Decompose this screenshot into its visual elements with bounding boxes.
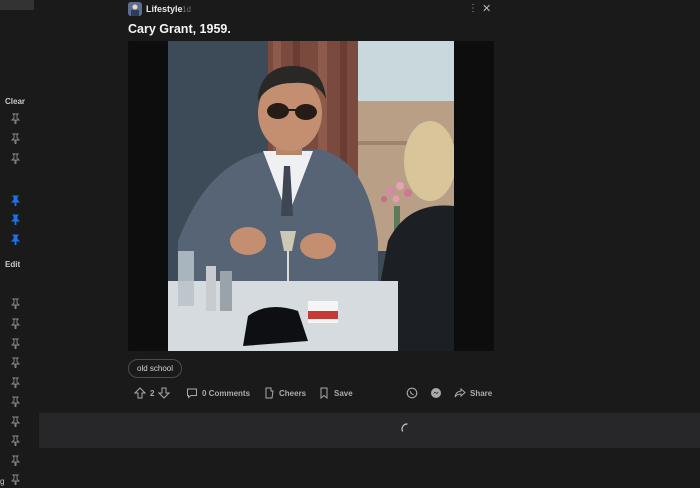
pin-icon[interactable]: [10, 133, 21, 144]
edit-button[interactable]: Edit: [5, 260, 20, 269]
more-options-icon[interactable]: ⋮: [468, 3, 478, 14]
messenger-share-button[interactable]: [430, 385, 442, 401]
comment-icon: [187, 388, 197, 399]
clear-button[interactable]: Clear: [5, 97, 25, 106]
share-icon: [454, 387, 466, 398]
share-label: Share: [470, 388, 493, 398]
top-left-block: [0, 0, 34, 10]
close-icon[interactable]: ✕: [482, 2, 491, 15]
subreddit-name[interactable]: Lifestyle: [146, 4, 183, 14]
save-button[interactable]: Save: [318, 385, 353, 401]
comments-button[interactable]: 0 Comments: [186, 385, 250, 401]
share-button[interactable]: Share: [454, 385, 492, 401]
pin-active-icon[interactable]: [10, 195, 21, 206]
loading-spinner-icon: [401, 423, 408, 432]
pin-active-icon[interactable]: [10, 214, 21, 225]
pin-icon[interactable]: [10, 153, 21, 164]
cheers-button[interactable]: Cheers: [263, 385, 306, 401]
left-sidebar: Clear Edit g: [0, 0, 34, 488]
subreddit-avatar-icon[interactable]: [128, 2, 142, 16]
pin-icon[interactable]: [10, 455, 21, 466]
post-image[interactable]: [168, 41, 454, 351]
messenger-icon: [431, 388, 441, 398]
pin-icon[interactable]: [10, 377, 21, 388]
pin-icon[interactable]: [10, 357, 21, 368]
cheers-icon: [265, 387, 274, 399]
post-flair[interactable]: old school: [128, 359, 183, 378]
vote-group: 2: [134, 385, 171, 401]
comments-label: 0 Comments: [202, 388, 251, 398]
post-title[interactable]: Cary Grant, 1959.: [128, 22, 231, 36]
post-media[interactable]: [128, 41, 494, 351]
bookmark-icon: [320, 387, 328, 399]
save-label: Save: [334, 388, 353, 398]
upvote-icon[interactable]: [134, 387, 146, 399]
pin-active-icon[interactable]: [10, 234, 21, 245]
post-age: 1d: [182, 5, 191, 14]
pin-icon[interactable]: [10, 298, 21, 309]
pin-icon[interactable]: [10, 318, 21, 329]
pin-icon[interactable]: [10, 435, 21, 446]
downvote-icon[interactable]: [158, 387, 171, 399]
whatsapp-icon: [406, 387, 418, 399]
corner-label: g: [0, 477, 5, 486]
pin-icon[interactable]: [10, 338, 21, 349]
pin-icon[interactable]: [10, 396, 21, 407]
pin-icon[interactable]: [10, 474, 21, 485]
post-actions: 2 0 Comments Cheers Save Share: [128, 385, 494, 401]
pin-icon[interactable]: [10, 416, 21, 427]
whatsapp-share-button[interactable]: [406, 385, 418, 401]
loading-bar: [39, 413, 700, 448]
post-header: Lifestyle 1d ⋮ ✕: [128, 2, 494, 18]
cheers-label: Cheers: [279, 388, 307, 398]
vote-count: 2: [150, 388, 155, 398]
pin-icon[interactable]: [10, 113, 21, 124]
